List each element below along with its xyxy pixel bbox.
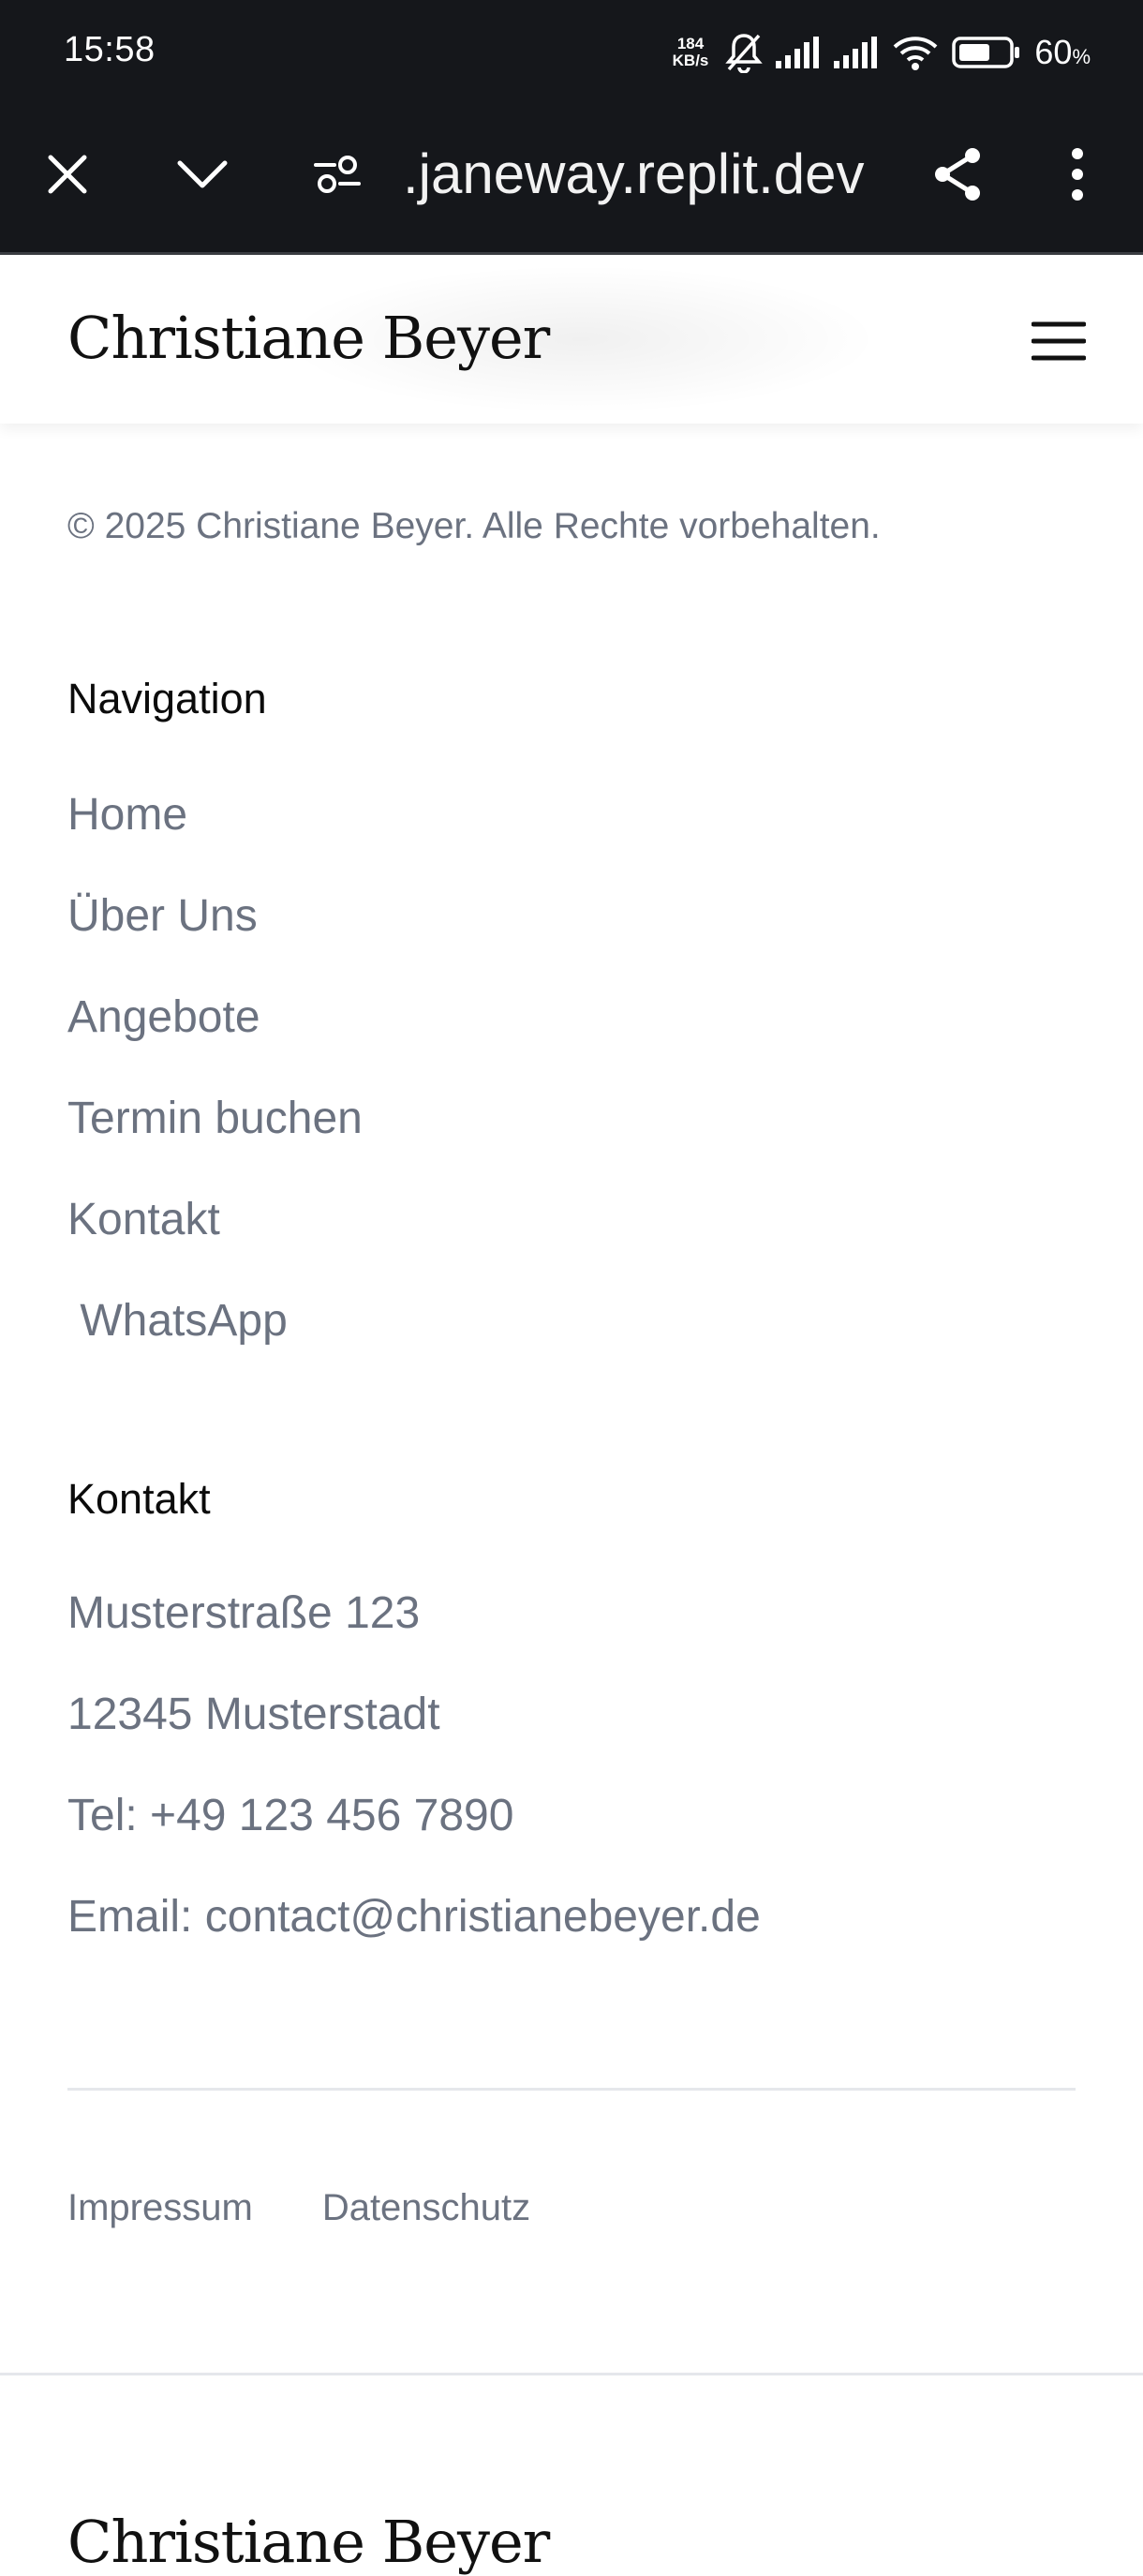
wifi-icon [892,34,939,71]
net-speed-value: 184 [676,35,705,52]
status-icons: 184 KB/s 60% [673,26,1091,79]
mute-icon [725,32,764,73]
battery-percent: 60% [1034,33,1091,71]
contact-phone[interactable]: Tel: +49 123 456 7890 [67,1788,761,1889]
status-bar: 15:58 184 KB/s 60% [0,0,1143,105]
copyright-text: © 2025 Christiane Beyer. Alle Rechte vor… [67,506,881,546]
nav-link-whatsapp[interactable]: WhatsApp [67,1293,363,1394]
site-logo[interactable]: Christiane Beyer [67,304,550,372]
more-options-button[interactable] [1040,137,1115,212]
contact-heading: Kontakt [67,1475,211,1523]
signal-icon [834,37,879,68]
footer-brand: Christiane Beyer [67,2508,550,2576]
contact-email[interactable]: Email: contact@christianebeyer.de [67,1889,761,1990]
nav-link-home[interactable]: Home [67,787,363,888]
contact-street: Musterstraße 123 [67,1588,421,1638]
hamburger-menu-icon [1032,321,1086,361]
signal-icon [776,37,821,68]
impressum-link[interactable]: Impressum [67,2187,253,2229]
contact-details: Musterstraße 123 12345 Musterstadt Tel: … [67,1586,761,1990]
navigation-heading: Navigation [67,675,267,722]
nav-link-kontakt[interactable]: Kontakt [67,1192,363,1293]
chevron-down-icon [177,160,228,188]
menu-button[interactable] [1021,304,1096,379]
minimize-button[interactable] [165,137,240,212]
browser-toolbar: .janeway.replit.dev [0,105,1143,255]
contact-city: 12345 Musterstadt [67,1690,440,1739]
more-vert-icon [1072,148,1083,201]
share-button[interactable] [920,137,995,212]
close-tab-button[interactable] [30,137,105,212]
site-header: Christiane Beyer [0,255,1143,424]
nav-link-termin-buchen[interactable]: Termin buchen [67,1091,363,1192]
legal-links: Impressum Datenschutz [67,2187,530,2229]
section-divider [0,2373,1143,2375]
site-settings-button[interactable] [300,137,375,212]
battery-icon [952,36,1021,69]
net-speed-unit: KB/s [672,52,709,69]
nav-link-angebote[interactable]: Angebote [67,990,363,1091]
datenschutz-link[interactable]: Datenschutz [322,2187,530,2229]
footer-navigation: Home Über Uns Angebote Termin buchen Kon… [67,787,363,1394]
url-bar[interactable]: .janeway.replit.dev [403,139,890,210]
close-icon [48,155,87,194]
net-speed: 184 KB/s [673,36,709,69]
nav-link-ueber-uns[interactable]: Über Uns [67,888,363,990]
share-icon [935,148,980,201]
status-time: 15:58 [64,30,156,69]
site-settings-icon [314,156,361,193]
footer-divider [67,2088,1076,2091]
